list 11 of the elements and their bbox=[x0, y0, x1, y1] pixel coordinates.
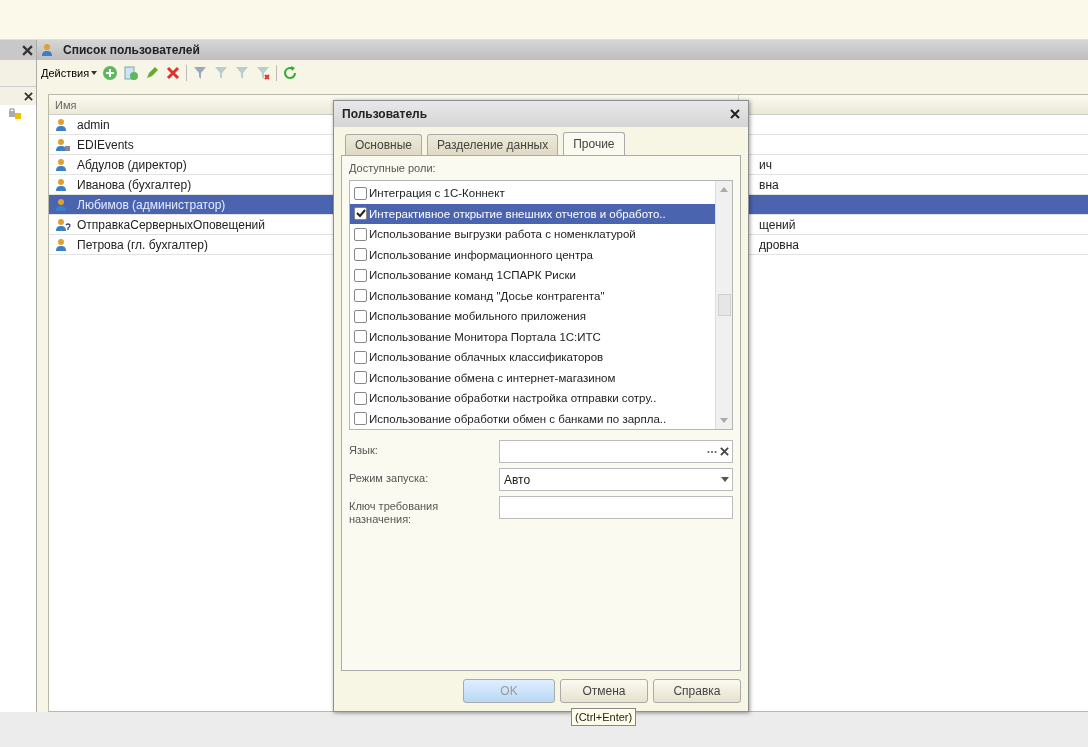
tooltip: (Ctrl+Enter) bbox=[571, 708, 637, 726]
roles-label: Доступные роли: bbox=[349, 162, 437, 174]
field-label: Ключ требования назначения: bbox=[349, 499, 440, 526]
field-label: Режим запуска: bbox=[349, 471, 430, 486]
dialog-title: Пользователь bbox=[342, 107, 428, 121]
field-label: Язык: bbox=[349, 443, 379, 458]
table-cell: ич bbox=[759, 157, 772, 172]
table-cell: дровна bbox=[759, 237, 800, 252]
window-title: Список пользователей bbox=[63, 43, 200, 57]
table-cell: вна bbox=[759, 177, 779, 192]
table-cell: щений bbox=[759, 217, 796, 232]
